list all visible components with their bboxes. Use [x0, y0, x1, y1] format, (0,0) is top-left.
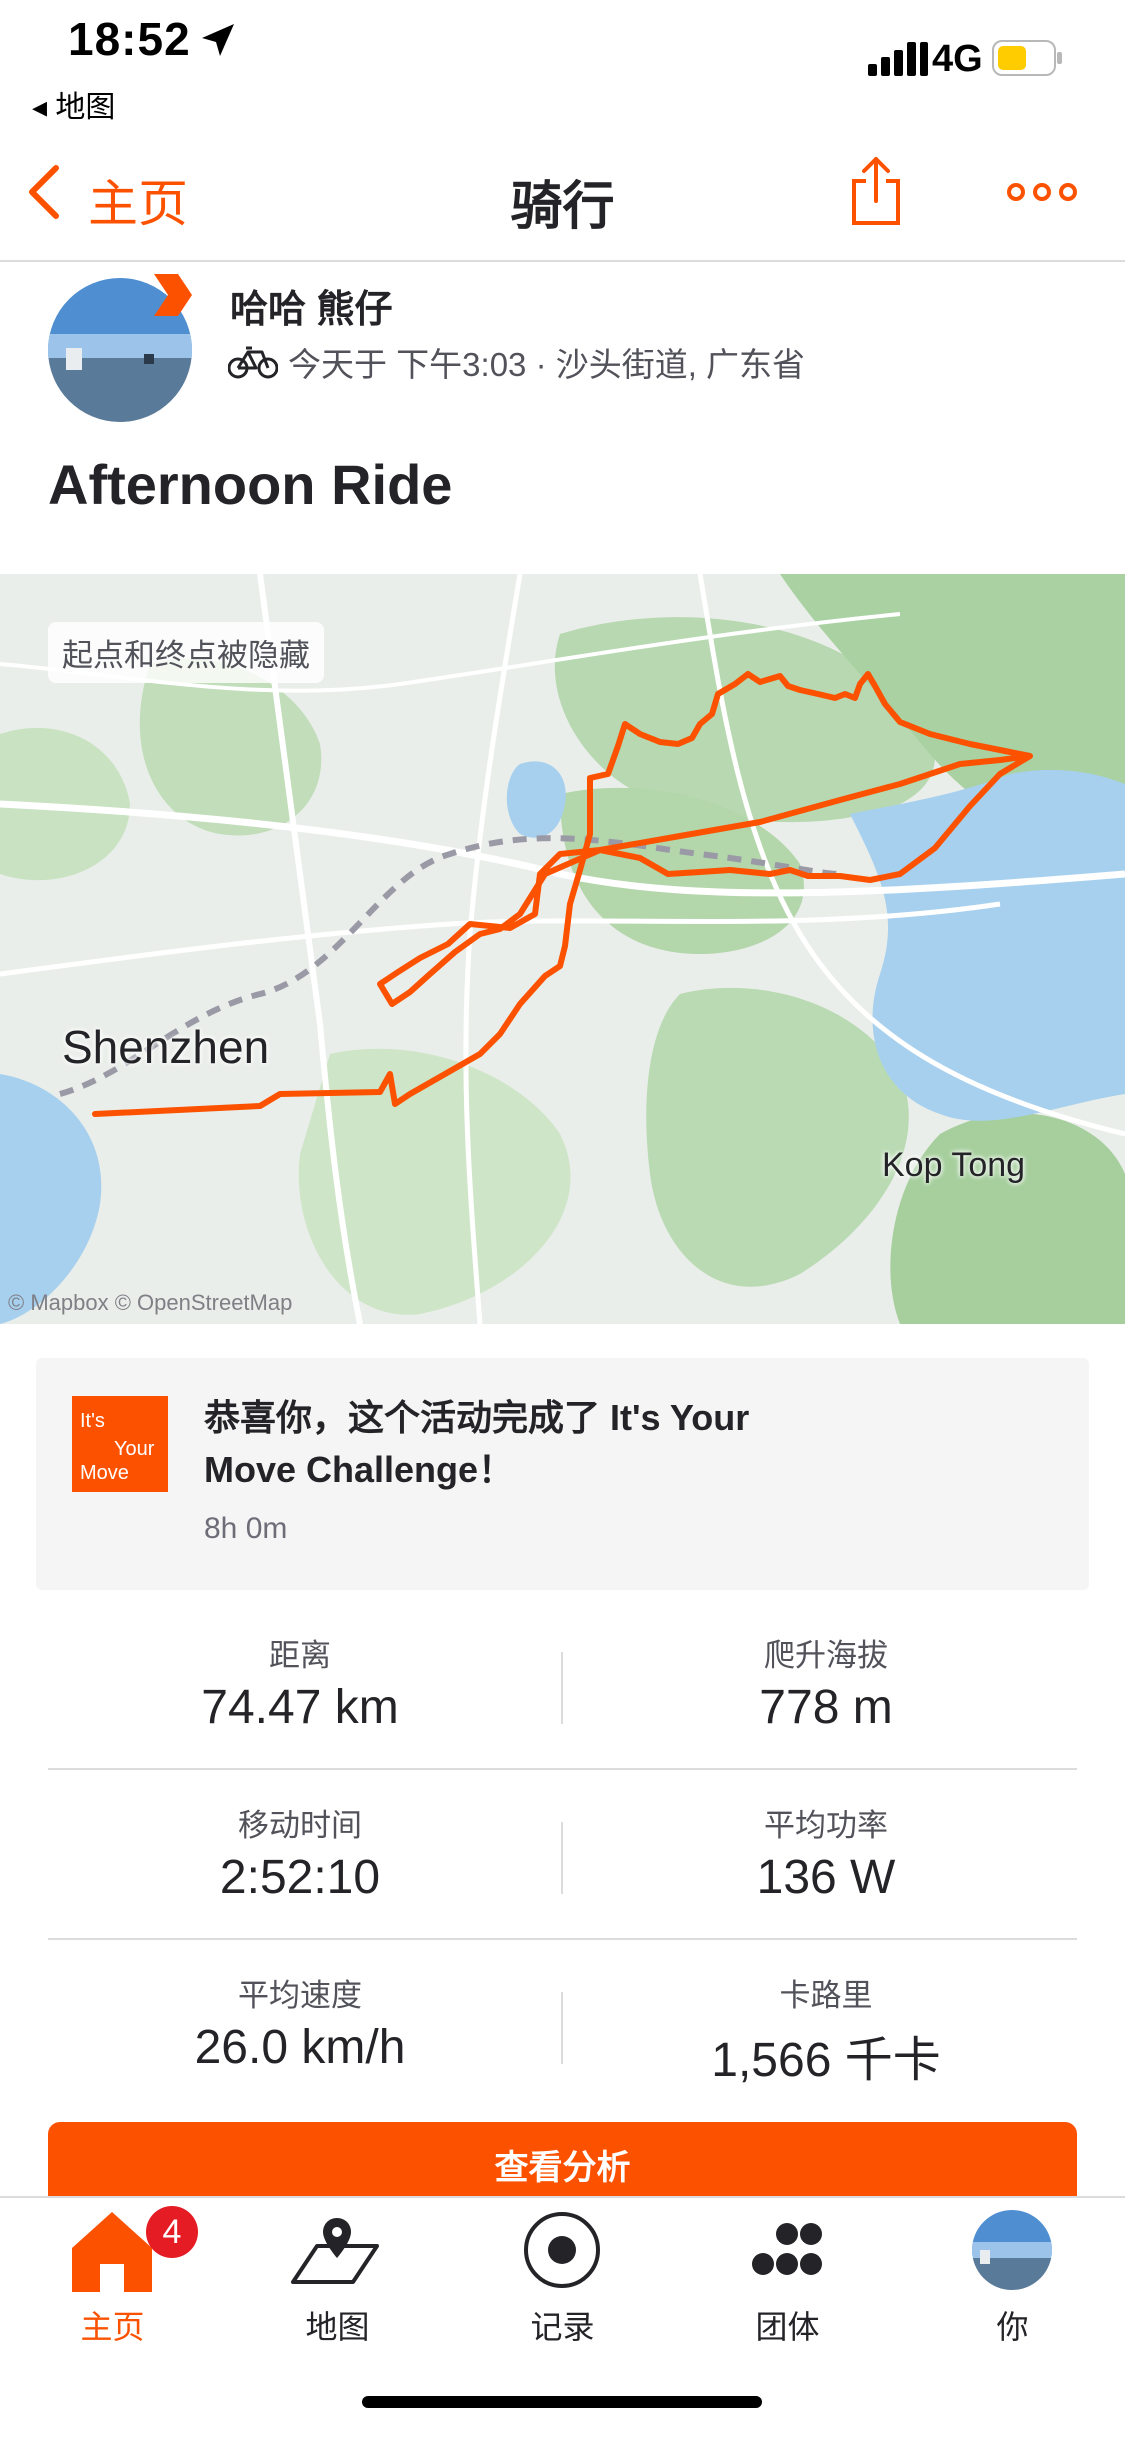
stat-divider	[561, 1822, 563, 1894]
battery-icon	[992, 40, 1062, 76]
page-title: 骑行	[510, 178, 615, 236]
challenge-message: 恭喜你，这个活动完成了 It's Your Move Challenge！	[204, 1397, 750, 1490]
challenge-duration: 8h 0m	[204, 1512, 288, 1545]
location-arrow-icon	[202, 24, 234, 56]
tab-label: 团体	[755, 2309, 820, 2345]
stat-value-avg-speed: 26.0 km/h	[194, 2021, 406, 2074]
map-canvas	[0, 574, 1125, 1324]
stat-label-avg-speed: 平均速度	[238, 1978, 362, 2013]
profile-avatar	[972, 2210, 1052, 2290]
badge-word: Your	[114, 1438, 155, 1460]
stat-label-moving-time: 移动时间	[238, 1808, 362, 1843]
nav-divider	[0, 260, 1125, 262]
share-icon[interactable]	[850, 155, 902, 227]
stat-divider	[561, 1992, 563, 2064]
groups-icon	[752, 2223, 822, 2275]
home-indicator	[362, 2396, 762, 2408]
map-label-city: Shenzhen	[62, 1021, 270, 1073]
activity-meta: 今天于 下午3:03 · 沙头街道, 广东省	[288, 346, 806, 383]
more-options-icon[interactable]	[1006, 182, 1078, 202]
map-attribution[interactable]: © Mapbox © OpenStreetMap	[8, 1290, 292, 1316]
stat-label-calories: 卡路里	[779, 1978, 873, 2013]
row-divider	[48, 1938, 1077, 1940]
status-time: 18:52	[68, 13, 191, 65]
tab-label: 记录	[530, 2309, 595, 2345]
tab-label: 地图	[305, 2309, 370, 2345]
notification-badge: 4	[146, 2206, 198, 2258]
athlete-name[interactable]: 哈哈 熊仔	[230, 278, 393, 333]
row-divider	[48, 1768, 1077, 1770]
tab-record[interactable]: 记录	[450, 2206, 675, 2346]
network-type: 4G	[932, 38, 983, 80]
badge-word: Move	[80, 1462, 129, 1484]
map-label-place: Kop Tong	[882, 1146, 1026, 1184]
tab-profile[interactable]: 你	[900, 2206, 1125, 2346]
stat-value-avg-power: 136 W	[756, 1851, 896, 1904]
tab-map[interactable]: 地图	[225, 2206, 450, 2346]
tab-groups[interactable]: 团体	[675, 2206, 900, 2346]
record-icon	[524, 2212, 600, 2288]
stat-label-distance: 距离	[269, 1638, 331, 1673]
challenge-badge-icon: It's Your Move	[72, 1396, 168, 1492]
stat-value-distance: 74.47 km	[201, 1681, 399, 1734]
subscriber-badge-icon	[154, 274, 192, 316]
back-to-app-link[interactable]: ◂ 地图	[32, 82, 115, 126]
stat-label-avg-power: 平均功率	[764, 1808, 888, 1843]
bike-icon	[228, 346, 278, 379]
stat-value-elevation: 778 m	[759, 1681, 893, 1734]
badge-word: It's	[80, 1410, 105, 1432]
cellular-signal-icon	[868, 42, 928, 76]
stat-divider	[561, 1652, 563, 1724]
privacy-notice: 起点和终点被隐藏	[48, 622, 324, 683]
map-icon	[291, 2218, 379, 2284]
stat-value-calories: 1,566 千卡	[711, 2034, 941, 2087]
stat-value-moving-time: 2:52:10	[219, 1851, 381, 1904]
tab-label: 你	[996, 2309, 1029, 2345]
route-map[interactable]	[0, 574, 1125, 1324]
stat-label-elevation: 爬升海拔	[764, 1638, 888, 1673]
activity-title: Afternoon Ride	[48, 453, 453, 516]
tab-label: 主页	[80, 2309, 145, 2345]
home-icon	[72, 2212, 152, 2292]
